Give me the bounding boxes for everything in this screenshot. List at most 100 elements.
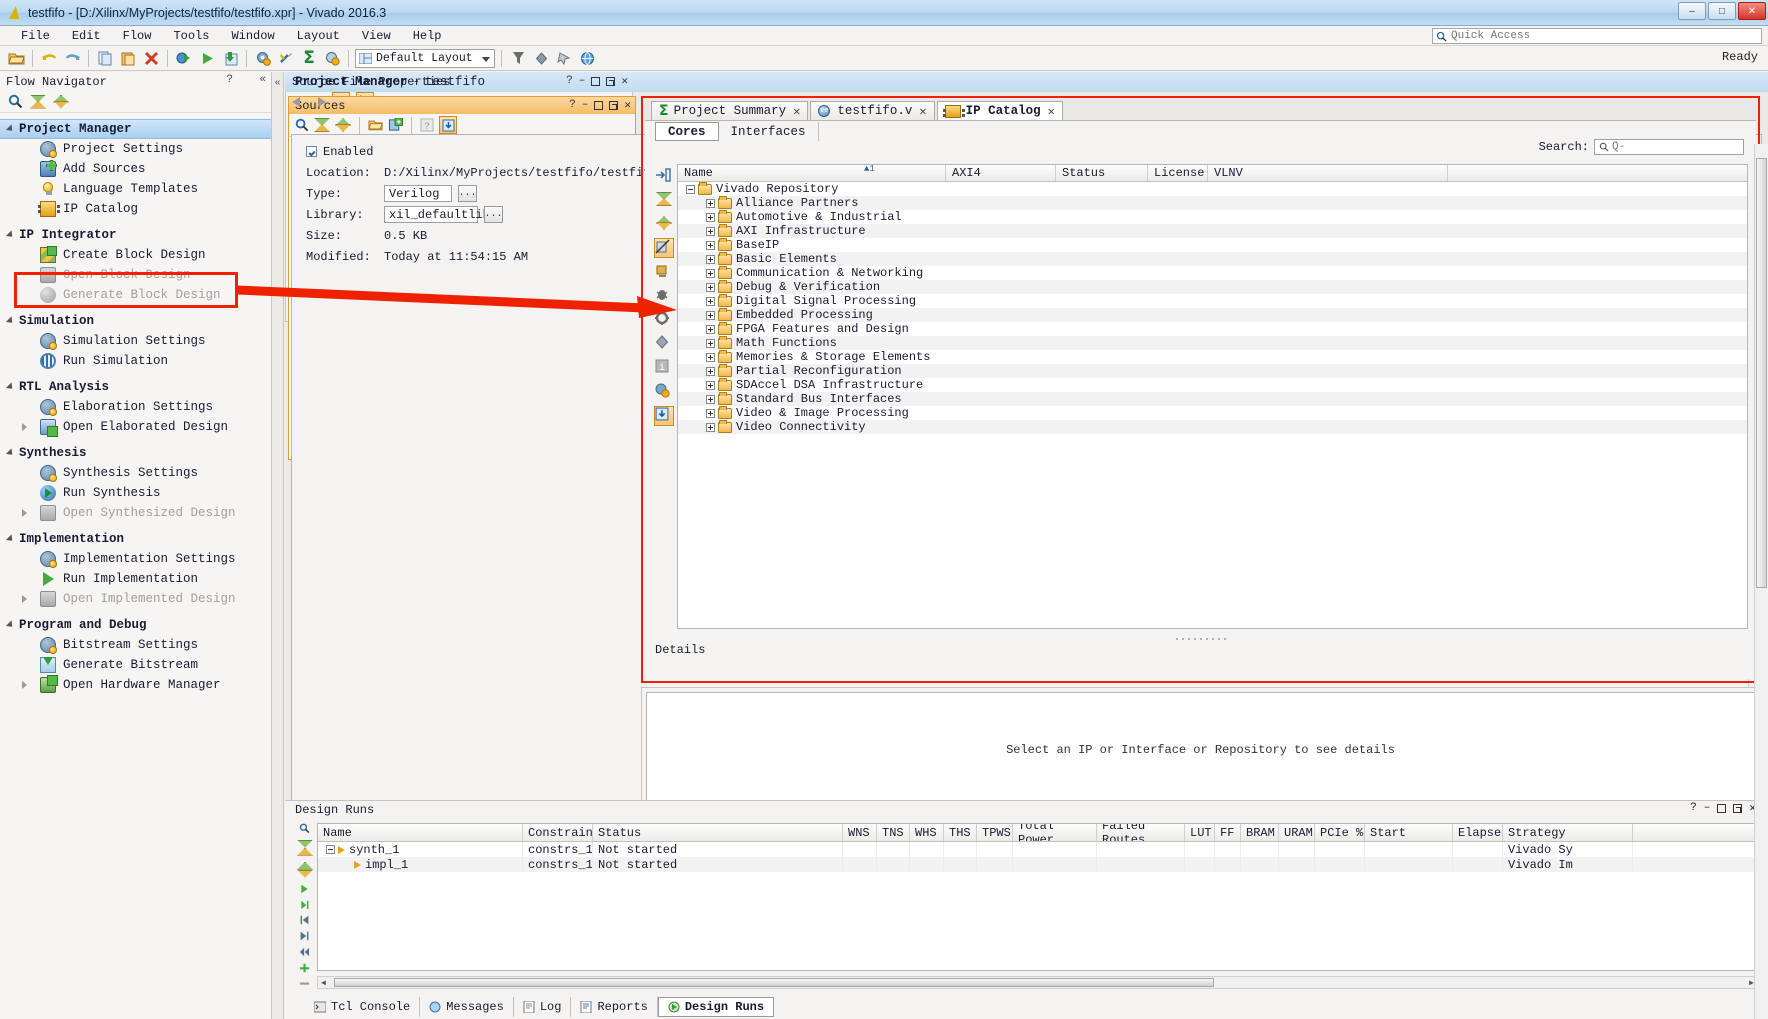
- copy-icon[interactable]: [95, 48, 115, 68]
- ip-preferences-gear-icon[interactable]: [654, 382, 674, 402]
- flow-group-header-simulation[interactable]: Simulation: [0, 311, 271, 331]
- column-header-vlnv[interactable]: VLNV: [1208, 165, 1448, 181]
- rewind-icon[interactable]: [297, 947, 312, 957]
- menu-edit[interactable]: Edit: [61, 28, 112, 44]
- tab-project-summary[interactable]: Σ Project Summary ✕: [651, 101, 809, 120]
- sources-maximize-button[interactable]: [594, 100, 604, 110]
- ip-catalog-row[interactable]: Embedded Processing: [678, 307, 1747, 322]
- minimize-button[interactable]: –: [1678, 2, 1706, 20]
- ip-catalog-row[interactable]: SDAccel DSA Infrastructure: [678, 377, 1747, 392]
- flow-item-simulation-settings[interactable]: Simulation Settings: [0, 331, 271, 351]
- runs-column-header-strategy[interactable]: Strategy: [1503, 824, 1633, 841]
- flow-item-synthesis-settings[interactable]: Synthesis Settings: [0, 463, 271, 483]
- expand-all-icon[interactable]: [654, 214, 674, 234]
- info-icon[interactable]: i: [654, 358, 674, 378]
- tree-expand-toggle-icon[interactable]: [706, 380, 715, 390]
- settings-gear-icon[interactable]: [253, 48, 273, 68]
- tree-expand-toggle-icon[interactable]: [706, 408, 715, 418]
- sources-help-button[interactable]: ?: [569, 99, 576, 111]
- search-icon[interactable]: [297, 823, 312, 834]
- runs-column-header-bram[interactable]: BRAM: [1241, 824, 1279, 841]
- filter-icon[interactable]: [508, 48, 528, 68]
- diamond-icon[interactable]: [531, 48, 551, 68]
- play-run-icon[interactable]: [297, 884, 312, 894]
- fit-column-icon[interactable]: [654, 166, 674, 186]
- flow-item-run-simulation[interactable]: Run Simulation: [0, 351, 271, 371]
- runs-column-header-lut[interactable]: LUT: [1185, 824, 1215, 841]
- add-sources-icon[interactable]: [388, 118, 403, 132]
- properties-float-button[interactable]: [606, 76, 616, 86]
- menu-flow[interactable]: Flow: [112, 28, 163, 44]
- tree-expand-toggle-icon[interactable]: [706, 352, 715, 362]
- tree-expand-toggle-icon[interactable]: [706, 422, 715, 432]
- hierarchy-update-icon[interactable]: [439, 116, 457, 134]
- runs-column-header-ths[interactable]: THS: [944, 824, 977, 841]
- ip-catalog-row[interactable]: Debug & Verification: [678, 279, 1747, 294]
- search-icon[interactable]: [8, 94, 23, 109]
- undo-icon[interactable]: [39, 48, 59, 68]
- tab-reports[interactable]: Reports: [571, 997, 658, 1017]
- properties-maximize-button[interactable]: [591, 76, 601, 86]
- runs-column-header-status[interactable]: Status: [593, 824, 843, 841]
- ip-catalog-row[interactable]: Vivado Repository: [678, 181, 1747, 196]
- sources-close-button[interactable]: ✕: [624, 98, 631, 112]
- ip-catalog-row[interactable]: Basic Elements: [678, 251, 1747, 266]
- flow-item-run-implementation[interactable]: Run Implementation: [0, 569, 271, 589]
- flow-item-project-settings[interactable]: Project Settings: [0, 139, 271, 159]
- sources-float-button[interactable]: [609, 100, 619, 110]
- flow-item-open-elaborated-design[interactable]: Open Elaborated Design: [0, 417, 271, 437]
- column-header-license[interactable]: License: [1148, 165, 1208, 181]
- flow-group-header-program-and-debug[interactable]: Program and Debug: [0, 615, 271, 635]
- type-input[interactable]: Verilog: [384, 185, 452, 202]
- library-browse-button[interactable]: ...: [484, 206, 503, 223]
- close-icon[interactable]: ✕: [1048, 104, 1055, 119]
- flow-item-add-sources[interactable]: Add Sources: [0, 159, 271, 179]
- forward-arrow-icon[interactable]: [312, 95, 326, 107]
- flow-navigator-collapse-button[interactable]: «: [259, 74, 266, 86]
- chevron-right-icon[interactable]: [22, 681, 27, 689]
- tree-expand-toggle-icon[interactable]: [706, 310, 715, 320]
- menu-layout[interactable]: Layout: [286, 28, 351, 44]
- tab-design-runs[interactable]: Design Runs: [657, 997, 775, 1017]
- tree-expand-toggle-icon[interactable]: [706, 296, 715, 306]
- subtab-cores[interactable]: Cores: [655, 122, 719, 141]
- splitter-grip[interactable]: [1173, 637, 1228, 641]
- flow-group-header-ip-integrator[interactable]: IP Integrator: [0, 225, 271, 245]
- pin-icon[interactable]: [554, 48, 574, 68]
- runs-column-header-tpws[interactable]: TPWS: [977, 824, 1013, 841]
- back-arrow-icon[interactable]: [292, 95, 306, 107]
- chevron-right-icon[interactable]: [22, 595, 27, 603]
- runs-help-button[interactable]: ?: [1690, 802, 1697, 814]
- runs-column-header-wns[interactable]: WNS: [843, 824, 877, 841]
- tab-ip-catalog[interactable]: IP Catalog ✕: [936, 101, 1063, 120]
- quick-access-input[interactable]: Quick Access: [1432, 28, 1762, 44]
- flow-item-language-templates[interactable]: Language Templates: [0, 179, 271, 199]
- runs-column-header-name[interactable]: Name: [318, 824, 523, 841]
- design-runs-horizontal-scrollbar[interactable]: ◀ ▶: [317, 976, 1758, 989]
- menu-tools[interactable]: Tools: [162, 28, 220, 44]
- maximize-button[interactable]: □: [1708, 2, 1736, 20]
- expand-all-icon[interactable]: [53, 95, 69, 109]
- ip-catalog-row[interactable]: Alliance Partners: [678, 195, 1747, 210]
- flow-item-implementation-settings[interactable]: Implementation Settings: [0, 549, 271, 569]
- tab-messages[interactable]: Messages: [420, 997, 514, 1017]
- runs-column-header-elapsed[interactable]: Elapsed: [1453, 824, 1503, 841]
- ip-catalog-row[interactable]: Memories & Storage Elements: [678, 349, 1747, 364]
- run-synthesis-icon[interactable]: [174, 48, 194, 68]
- tree-expand-toggle-icon[interactable]: [706, 198, 715, 208]
- design-runs-row[interactable]: synth_1 constrs_1 Not started Vivado Sy: [318, 842, 1757, 857]
- subtab-interfaces[interactable]: Interfaces: [719, 122, 819, 141]
- runs-float-button[interactable]: [1733, 803, 1743, 813]
- hide-incompatible-ip-icon[interactable]: [654, 238, 674, 258]
- sigma-icon[interactable]: Σ: [299, 48, 319, 68]
- menu-view[interactable]: View: [351, 28, 402, 44]
- tree-expand-toggle-icon[interactable]: [706, 282, 715, 292]
- collapse-all-icon[interactable]: [654, 190, 674, 210]
- runs-column-header-ff[interactable]: FF: [1215, 824, 1241, 841]
- ip-catalog-table[interactable]: Name AXI4 Status License VLNV ▲1 Vivado …: [677, 164, 1748, 629]
- search-icon[interactable]: [295, 118, 309, 132]
- menu-window[interactable]: Window: [220, 28, 285, 44]
- flow-item-bitstream-settings[interactable]: Bitstream Settings: [0, 635, 271, 655]
- scroll-thumb[interactable]: [334, 978, 1214, 987]
- expand-all-icon[interactable]: [297, 862, 311, 878]
